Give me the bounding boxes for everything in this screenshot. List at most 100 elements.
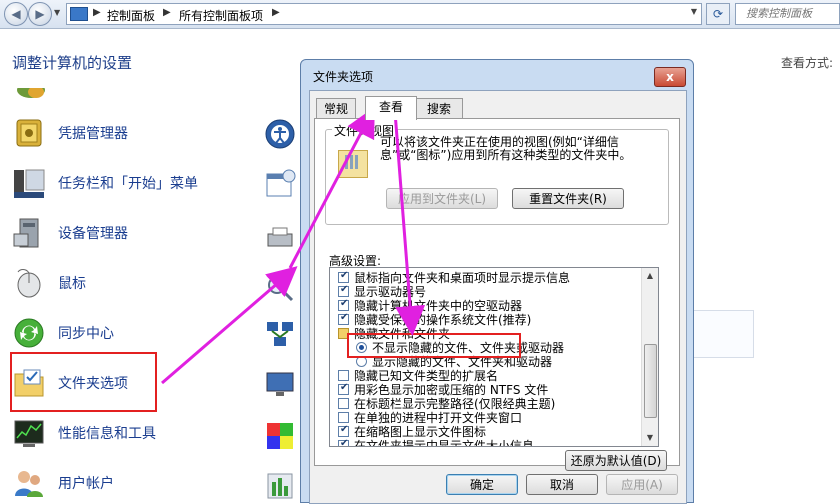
checkbox-checked[interactable] [338, 382, 349, 395]
cancel-button[interactable]: 取消 [526, 474, 598, 495]
windows-update-icon[interactable] [264, 468, 296, 500]
folder-view-group: 文件夹视图 可以将该文件夹正在使用的视图(例如“详细信息”或“图标”)应用到所有… [325, 122, 669, 225]
breadcrumb-separator-icon[interactable]: ▶ [272, 7, 280, 18]
highlight-box-hide-extensions [347, 333, 521, 358]
tab-label: 查看 [378, 100, 403, 114]
tab-view[interactable]: 查看 [365, 96, 417, 120]
setting-text: 在缩略图上显示文件图标 [354, 425, 487, 439]
cp-item-label: 用户帐户 [58, 476, 114, 492]
checkbox-checked[interactable] [338, 424, 349, 437]
setting-text: 在单独的进程中打开文件夹窗口 [354, 411, 523, 425]
cp-item-device-manager[interactable]: 设备管理器 [12, 214, 292, 252]
cp-item-label: 凭据管理器 [58, 126, 128, 142]
cp-item-user-accounts[interactable]: 用户帐户 [12, 464, 292, 502]
cp-item-taskbar-start-menu[interactable]: 任务栏和「开始」菜单 [12, 164, 292, 202]
address-field[interactable]: ▶ 控制面板 ▶ 所有控制面板项 ▶ ▼ [66, 3, 702, 25]
close-icon: x [666, 70, 674, 84]
cp-item-label: 性能信息和工具 [58, 426, 156, 442]
find-fix-icon[interactable] [264, 272, 296, 304]
cp-item-performance[interactable]: 性能信息和工具 [12, 414, 292, 452]
forward-button[interactable]: ▶ [28, 2, 52, 26]
setting-row[interactable]: 隐藏计算机文件夹中的空驱动器 [330, 298, 640, 313]
cp-item-mouse[interactable]: 鼠标 [12, 264, 292, 302]
breadcrumb-separator-icon[interactable]: ▶ [93, 7, 101, 18]
back-arrow-icon: ◀ [11, 7, 21, 21]
refresh-button[interactable]: ⟳ [706, 3, 730, 25]
control-panel-icon [70, 7, 88, 21]
search-input[interactable] [736, 4, 836, 22]
cp-item-sync-center[interactable]: 同步中心 [12, 314, 292, 352]
network-icon[interactable] [264, 318, 296, 350]
dialog-client-area: 常规 查看 搜索 文件夹视图 可以将该文件夹正在使用的视图(例如“详细信息”或“… [309, 90, 687, 504]
setting-row[interactable]: 用彩色显示加密或压缩的 NTFS 文件 [330, 382, 640, 397]
setting-row[interactable]: 在标题栏显示完整路径(仅限经典主题) [330, 397, 640, 411]
checkbox-unchecked[interactable] [338, 398, 349, 409]
setting-text: 鼠标指向文件夹和桌面项时显示提示信息 [354, 271, 571, 285]
dialog-close-button[interactable]: x [654, 67, 686, 87]
taskbar-icon [14, 169, 45, 198]
setting-row[interactable]: 在缩略图上显示文件图标 [330, 424, 640, 439]
date-time-icon[interactable] [264, 168, 296, 200]
vault-icon [16, 119, 42, 147]
cp-item-credential-manager[interactable]: 凭据管理器 [12, 114, 292, 152]
back-button[interactable]: ◀ [4, 2, 28, 26]
folder-view-icon [338, 150, 368, 178]
setting-row[interactable]: 在文件夹提示中显示文件大小信息 [330, 438, 640, 447]
setting-row[interactable]: 显示驱动器号 [330, 284, 640, 299]
checkbox-checked[interactable] [338, 312, 349, 325]
view-tab-page: 文件夹视图 可以将该文件夹正在使用的视图(例如“详细信息”或“图标”)应用到所有… [314, 118, 680, 471]
address-dropdown-icon[interactable]: ▼ [691, 7, 697, 16]
checkbox-unchecked[interactable] [338, 370, 349, 381]
scroll-down-icon[interactable]: ▼ [642, 430, 658, 446]
device-manager-icon [13, 218, 39, 248]
setting-text: 在标题栏显示完整路径(仅限经典主题) [354, 397, 556, 411]
cp-item-label: 设备管理器 [58, 226, 128, 242]
reset-folders-button[interactable]: 重置文件夹(R) [512, 188, 624, 209]
address-bar: ◀ ▶ ▼ ▶ 控制面板 ▶ 所有控制面板项 ▶ ▼ ⟳ [0, 0, 840, 29]
settings-scrollbar[interactable]: ▲ ▼ [641, 268, 658, 446]
page-title: 调整计算机的设置 [12, 54, 133, 72]
dialog-title: 文件夹选项 [313, 70, 374, 84]
ease-of-access-icon[interactable] [264, 118, 296, 150]
scroll-up-icon[interactable]: ▲ [642, 268, 658, 284]
breadcrumb-all-items[interactable]: 所有控制面板项 [179, 7, 263, 24]
tab-general[interactable]: 常规 [316, 98, 356, 119]
background-panel [692, 310, 754, 358]
tab-label: 搜索 [426, 102, 451, 116]
checkbox-checked[interactable] [338, 284, 349, 297]
recent-pages-dropdown-icon[interactable]: ▼ [54, 8, 60, 17]
setting-row[interactable]: 隐藏受保护的操作系统文件(推荐) [330, 312, 640, 327]
devices-printers-icon[interactable] [264, 222, 296, 254]
partial-item-icon [17, 88, 45, 98]
color-management-icon[interactable] [264, 420, 296, 452]
cp-item-label: 同步中心 [58, 326, 114, 342]
forward-arrow-icon: ▶ [35, 7, 45, 21]
breadcrumb-control-panel[interactable]: 控制面板 [107, 7, 155, 24]
breadcrumb-separator-icon[interactable]: ▶ [163, 7, 171, 18]
checkbox-checked[interactable] [338, 438, 349, 446]
folder-options-dialog: 文件夹选项 x 常规 查看 搜索 文件夹视图 可以将该文件夹正在使用的视图(例如… [300, 59, 694, 504]
display-icon[interactable] [264, 368, 296, 400]
tab-label: 常规 [323, 102, 348, 116]
cp-item-label: 鼠标 [58, 276, 86, 292]
setting-row-hide-extensions[interactable]: 隐藏已知文件类型的扩展名 [330, 369, 640, 383]
checkbox-unchecked[interactable] [338, 412, 349, 423]
setting-text: 隐藏受保护的操作系统文件(推荐) [354, 313, 532, 327]
restore-defaults-button[interactable]: 还原为默认值(D) [565, 450, 667, 471]
checkbox-checked[interactable] [338, 270, 349, 283]
view-by-label: 查看方式: [781, 56, 834, 70]
scrollbar-thumb[interactable] [644, 344, 657, 418]
setting-row[interactable]: 鼠标指向文件夹和桌面项时显示提示信息 [330, 270, 640, 285]
setting-row[interactable]: 在单独的进程中打开文件夹窗口 [330, 411, 640, 425]
setting-text: 隐藏已知文件类型的扩展名 [354, 369, 499, 383]
refresh-icon: ⟳ [712, 7, 724, 21]
checkbox-checked[interactable] [338, 298, 349, 311]
ok-button[interactable]: 确定 [446, 474, 518, 495]
mouse-icon [17, 269, 41, 298]
highlight-box-folder-options [10, 352, 157, 412]
setting-text: 在文件夹提示中显示文件大小信息 [354, 439, 535, 447]
apply-to-folders-button[interactable]: 应用到文件夹(L) [386, 188, 498, 209]
apply-button[interactable]: 应用(A) [606, 474, 678, 495]
search-box[interactable] [735, 3, 840, 25]
tab-search[interactable]: 搜索 [415, 98, 463, 119]
